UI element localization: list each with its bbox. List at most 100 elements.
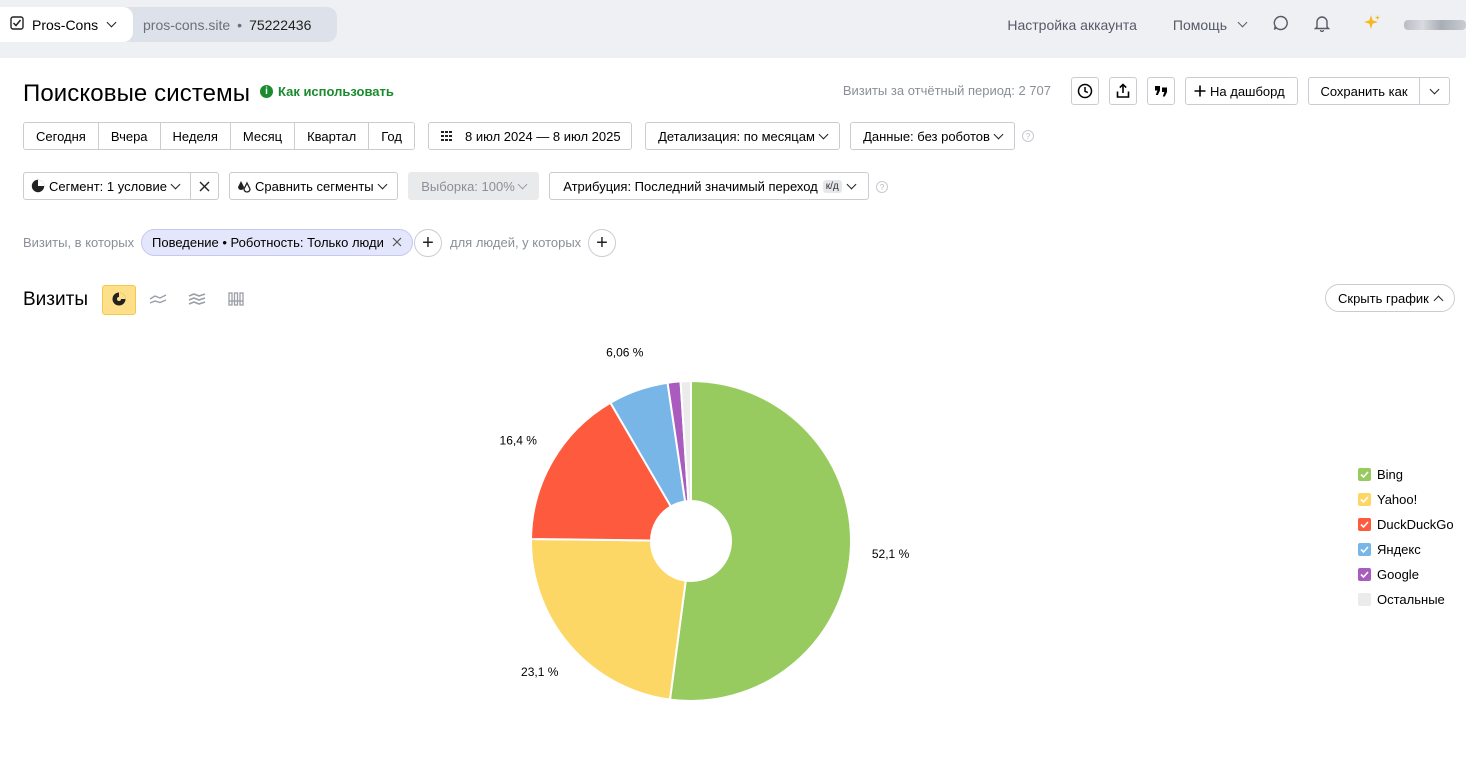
compare-drops-icon — [236, 179, 252, 193]
how-to-use-link[interactable]: i Как использовать — [260, 84, 394, 99]
compare-segments-label: Сравнить сегменты — [255, 178, 374, 194]
help-label: Помощь — [1172, 16, 1227, 33]
detail-select[interactable]: Детализация: по месяцам — [645, 122, 840, 150]
legend-item[interactable]: Yahoo! — [1358, 487, 1454, 512]
period-yesterday[interactable]: Вчера — [98, 123, 161, 149]
detail-select-label: Детализация: по месяцам — [658, 128, 815, 144]
info-icon: i — [260, 85, 273, 98]
chevron-down-icon — [1429, 84, 1440, 94]
chart-legend: Bing Yahoo! DuckDuckGo Яндекс Google Остальны… — [1358, 462, 1454, 612]
chevron-down-icon — [993, 129, 1004, 139]
chart-type-bar[interactable] — [219, 285, 253, 315]
chart-type-pie[interactable] — [102, 285, 136, 315]
legend-checkbox-icon[interactable] — [1358, 593, 1371, 606]
legend-checkbox-icon[interactable] — [1358, 568, 1371, 581]
chart-type-area[interactable] — [180, 285, 214, 315]
compare-segments-select[interactable]: Сравнить сегменты — [229, 172, 398, 200]
page-title: Поисковые системы — [23, 80, 251, 107]
legend-label: Yahoo! — [1377, 492, 1418, 507]
period-quarter[interactable]: Квартал — [295, 123, 370, 149]
legend-checkbox-icon[interactable] — [1358, 518, 1371, 531]
quote-icon — [1153, 83, 1169, 99]
chevron-up-icon — [1433, 295, 1444, 305]
chevron-down-icon — [846, 179, 857, 189]
segment-label: Сегмент: 1 условие — [49, 178, 167, 194]
top-right-nav: Настройка аккаунта Помощь — [1007, 7, 1466, 42]
help-menu[interactable]: Помощь — [1172, 16, 1248, 33]
help-icon[interactable]: ? — [1022, 130, 1034, 142]
history-button[interactable] — [1071, 77, 1099, 105]
legend-item[interactable]: Google — [1358, 562, 1454, 587]
period-selector: Сегодня Вчера Неделя Месяц Квартал Год — [23, 122, 415, 150]
legend-item[interactable]: Яндекс — [1358, 537, 1454, 562]
line-chart-icon — [149, 292, 167, 308]
chart-title: Визиты — [23, 289, 88, 310]
app-switcher[interactable]: Pros-Cons — [0, 7, 133, 42]
save-as-button[interactable]: Сохранить как — [1308, 77, 1420, 105]
sample-select[interactable]: Выборка: 100% — [408, 172, 539, 200]
chevron-down-icon — [377, 179, 388, 189]
add-people-condition-button[interactable]: + — [588, 229, 616, 257]
app-name: Pros-Cons — [32, 16, 99, 33]
chevron-down-icon — [106, 17, 117, 28]
period-month[interactable]: Месяц — [230, 123, 296, 149]
legend-checkbox-icon[interactable] — [1358, 493, 1371, 506]
add-to-dashboard-button[interactable]: На дашборд — [1185, 77, 1298, 105]
site-separator: • — [237, 16, 243, 33]
export-button[interactable] — [1109, 77, 1137, 105]
chevron-down-icon — [1237, 17, 1248, 28]
save-as-dropdown[interactable] — [1419, 77, 1450, 105]
account-settings-link[interactable]: Настройка аккаунта — [1007, 17, 1137, 33]
period-today[interactable]: Сегодня — [24, 123, 99, 149]
checkbox-icon — [10, 16, 24, 33]
attribution-label: Атрибуция: Последний значимый переход — [563, 178, 818, 194]
legend-checkbox-icon[interactable] — [1358, 468, 1371, 481]
pie-chart-icon — [111, 291, 127, 310]
clock-icon — [1077, 83, 1093, 99]
segment-select[interactable]: Сегмент: 1 условие — [23, 172, 191, 200]
chart-type-line[interactable] — [141, 285, 175, 315]
legend-label: Остальные — [1377, 592, 1445, 607]
sample-label: Выборка: 100% — [421, 178, 515, 194]
site-domain: pros-cons.site — [143, 16, 231, 33]
sparkle-icon[interactable] — [1362, 13, 1382, 36]
export-icon — [1115, 83, 1131, 99]
how-to-use-label: Как использовать — [278, 84, 394, 99]
filter-chip[interactable]: Поведение • Роботность: Только люди — [141, 229, 413, 256]
data-filter-label: Данные: без роботов — [863, 128, 990, 144]
plus-icon — [1194, 85, 1206, 97]
share-quote-button[interactable] — [1147, 77, 1175, 105]
help-icon[interactable]: ? — [876, 181, 888, 193]
period-year[interactable]: Год — [369, 123, 414, 149]
calendar-grid-icon — [441, 130, 455, 142]
data-filter-select[interactable]: Данные: без роботов — [850, 122, 1015, 150]
attribution-badge: к/д — [822, 179, 842, 193]
counter-id: 75222436 — [249, 16, 312, 33]
legend-item[interactable]: Остальные — [1358, 587, 1454, 612]
bell-icon[interactable] — [1313, 14, 1331, 35]
clear-segment-button[interactable] — [190, 172, 219, 200]
filter-chip-label: Поведение • Роботность: Только люди — [152, 235, 384, 250]
site-info[interactable]: pros-cons.site • 75222436 — [143, 7, 311, 42]
user-avatar[interactable] — [1404, 19, 1466, 30]
chat-bubble-icon[interactable] — [1272, 14, 1290, 35]
attribution-select[interactable]: Атрибуция: Последний значимый переход к/… — [549, 172, 869, 200]
top-bar: Pros-Cons pros-cons.site • 75222436 Наст… — [0, 0, 1466, 58]
pie-segment-icon — [31, 179, 45, 193]
period-week[interactable]: Неделя — [160, 123, 231, 149]
hide-chart-button[interactable]: Скрыть график — [1325, 284, 1455, 312]
visits-filter-prefix: Визиты, в которых — [23, 235, 135, 250]
area-chart-icon — [188, 292, 206, 309]
close-icon[interactable] — [392, 235, 402, 250]
legend-label: Google — [1377, 567, 1419, 582]
legend-checkbox-icon[interactable] — [1358, 543, 1371, 556]
close-icon — [199, 181, 210, 192]
legend-label: Яндекс — [1377, 542, 1421, 557]
date-range-picker[interactable]: 8 июл 2024 — 8 июл 2025 — [428, 122, 632, 150]
hide-chart-label: Скрыть график — [1338, 290, 1429, 306]
legend-item[interactable]: Bing — [1358, 462, 1454, 487]
chevron-down-icon — [818, 129, 829, 139]
legend-item[interactable]: DuckDuckGo — [1358, 512, 1454, 537]
add-visit-condition-button[interactable]: + — [414, 229, 442, 257]
report-sheet — [0, 58, 1466, 758]
